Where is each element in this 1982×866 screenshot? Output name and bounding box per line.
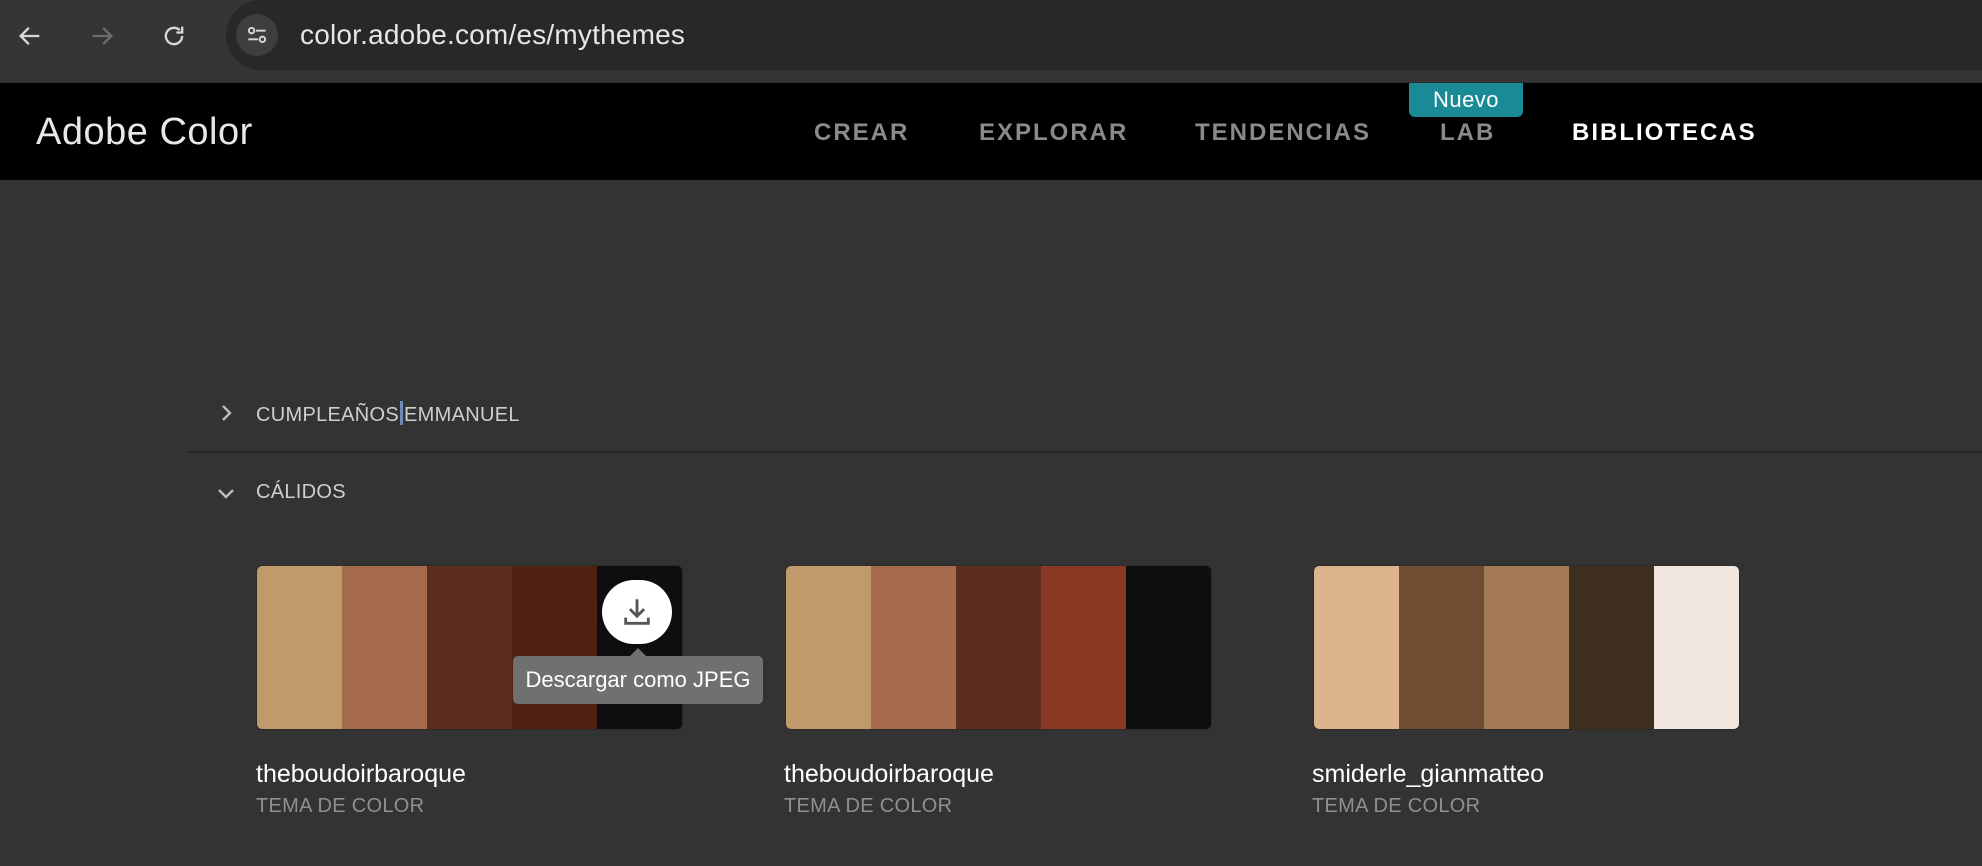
- url-text[interactable]: color.adobe.com/es/mythemes: [300, 19, 685, 51]
- chevron-right-icon[interactable]: [214, 401, 238, 425]
- brand-logo[interactable]: Adobe Color: [36, 111, 253, 154]
- site-settings-icon: [247, 26, 267, 44]
- theme-name-1[interactable]: theboudoirbaroque: [256, 760, 466, 789]
- browser-toolbar: color.adobe.com/es/mythemes: [0, 0, 1982, 83]
- back-arrow-icon: [19, 27, 40, 45]
- section-title-cumpleanos: CUMPLEAÑOS EMMANUEL: [256, 401, 520, 427]
- forward-button[interactable]: [82, 16, 122, 56]
- color-swatch: [342, 566, 427, 729]
- color-swatch: [1569, 566, 1654, 729]
- reload-button[interactable]: [154, 16, 194, 56]
- forward-arrow-icon: [92, 27, 113, 45]
- color-swatch: [1399, 566, 1484, 729]
- color-swatch: [1314, 566, 1399, 729]
- color-swatch: [786, 566, 871, 729]
- color-swatch: [257, 566, 342, 729]
- address-bar[interactable]: color.adobe.com/es/mythemes: [226, 0, 1982, 70]
- theme-type-1: TEMA DE COLOR: [256, 795, 425, 817]
- download-tooltip: Descargar como JPEG: [513, 648, 763, 704]
- theme-type-2: TEMA DE COLOR: [784, 795, 953, 817]
- color-swatch: [1484, 566, 1569, 729]
- back-button[interactable]: [10, 16, 50, 56]
- nav-tendencias[interactable]: TENDENCIAS: [1195, 119, 1371, 147]
- color-swatch: [427, 566, 512, 729]
- site-settings-button[interactable]: [236, 14, 278, 56]
- reload-icon: [164, 26, 184, 46]
- theme-card-2[interactable]: [785, 565, 1212, 730]
- download-jpeg-button[interactable]: [602, 580, 672, 644]
- section-title-calidos: CÁLIDOS: [256, 481, 346, 503]
- theme-type-3: TEMA DE COLOR: [1312, 795, 1481, 817]
- app-header: Adobe Color CREAR EXPLORAR TENDENCIAS Nu…: [0, 83, 1982, 180]
- color-swatch: [871, 566, 956, 729]
- section-divider: [188, 451, 1982, 453]
- color-swatch: [956, 566, 1041, 729]
- nav-lab[interactable]: LAB: [1440, 119, 1495, 147]
- color-swatch: [1041, 566, 1126, 729]
- color-swatch: [1654, 566, 1739, 729]
- theme-card-3[interactable]: [1313, 565, 1740, 730]
- chevron-down-icon[interactable]: [214, 481, 238, 505]
- new-badge: Nuevo: [1409, 83, 1523, 117]
- theme-name-2[interactable]: theboudoirbaroque: [784, 760, 994, 789]
- theme-name-3[interactable]: smiderle_gianmatteo: [1312, 760, 1544, 789]
- nav-bibliotecas[interactable]: BIBLIOTECAS: [1572, 119, 1757, 147]
- download-icon: [624, 599, 650, 625]
- nav-explorar[interactable]: EXPLORAR: [979, 119, 1128, 147]
- color-swatch: [1126, 566, 1211, 729]
- color-swatch: [512, 566, 597, 729]
- text-cursor: [400, 401, 404, 425]
- nav-crear[interactable]: CREAR: [814, 119, 909, 147]
